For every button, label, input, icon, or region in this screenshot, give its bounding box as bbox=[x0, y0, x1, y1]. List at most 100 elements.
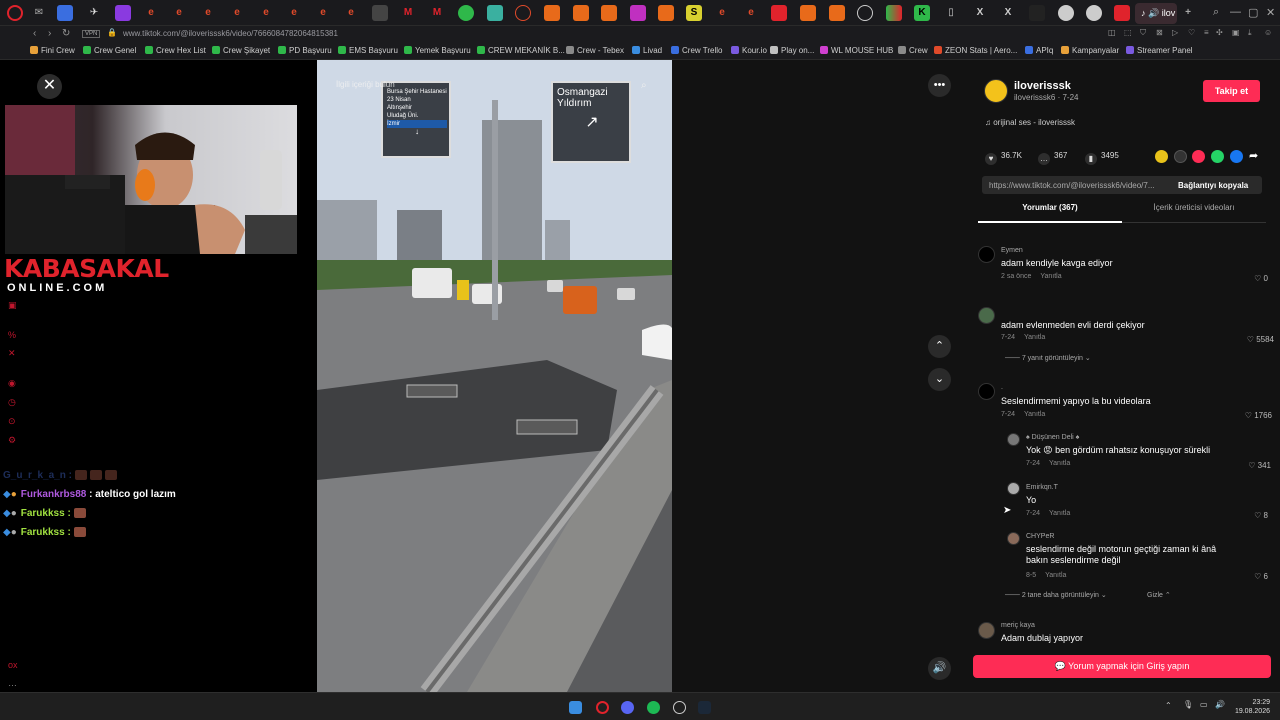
tab-favicon-x-icon[interactable]: X bbox=[972, 5, 988, 21]
tab-favicon-chrome-icon[interactable] bbox=[1086, 5, 1102, 21]
tab-creator-videos[interactable]: İçerik üreticisi videoları bbox=[1122, 203, 1266, 223]
spotify-icon[interactable] bbox=[647, 701, 660, 714]
bookmark-item[interactable]: EMS Başvuru bbox=[338, 46, 398, 55]
tab-comments[interactable]: Yorumlar (367) bbox=[978, 203, 1122, 223]
menu-icon[interactable]: ≡ bbox=[1204, 28, 1209, 37]
reply-author-name[interactable]: CHYPeR bbox=[1026, 533, 1054, 540]
reply-like[interactable]: ♡ 8 bbox=[1228, 511, 1268, 520]
bookmark-item[interactable]: Livad bbox=[632, 46, 662, 55]
tab-favicon-orange-icon[interactable] bbox=[658, 5, 674, 21]
reply-button[interactable]: Yanıtla bbox=[1024, 334, 1045, 341]
bookmark-item[interactable]: Streamer Panel bbox=[1126, 46, 1193, 55]
comment-count[interactable]: … 367 bbox=[1038, 151, 1067, 165]
bookmark-item[interactable]: Crew - Tebex bbox=[566, 46, 624, 55]
tab-favicon-e-icon[interactable]: e bbox=[171, 5, 187, 21]
reply-like[interactable]: ♡ 341 bbox=[1231, 461, 1271, 470]
url-field[interactable]: www.tiktok.com/@iloverisssk6/video/76660… bbox=[123, 29, 338, 38]
commenter-avatar[interactable] bbox=[978, 307, 995, 324]
save-count[interactable]: ▮ 3495 bbox=[1085, 151, 1119, 165]
tab-favicon-chrome-icon[interactable] bbox=[1058, 5, 1074, 21]
settings-icon[interactable]: ⚙ bbox=[8, 435, 16, 446]
tab-favicon-twitch-icon[interactable] bbox=[115, 5, 131, 21]
commenter-avatar[interactable] bbox=[978, 622, 995, 639]
tab-favicon-e-icon[interactable]: e bbox=[229, 5, 245, 21]
tab-favicon-green-icon[interactable] bbox=[458, 5, 474, 21]
follow-button[interactable]: Takip et bbox=[1203, 80, 1260, 102]
play-icon[interactable]: ▷ bbox=[1172, 28, 1178, 37]
view-more-replies-button[interactable]: ─── 2 tane daha görüntüleyin ⌄ bbox=[1005, 591, 1107, 599]
reply-button[interactable]: Yanıtla bbox=[1045, 572, 1066, 579]
opera-logo-icon[interactable] bbox=[7, 5, 23, 21]
bookmark-item[interactable]: Play on... bbox=[770, 46, 814, 55]
forward-icon[interactable]: › bbox=[48, 28, 51, 39]
back-icon[interactable]: ‹ bbox=[33, 28, 36, 39]
wallet-icon[interactable]: ▣ bbox=[1232, 28, 1240, 37]
commenter-avatar[interactable] bbox=[978, 383, 995, 400]
profile-icon[interactable]: ☺ bbox=[1264, 28, 1272, 37]
tab-favicon-e-icon[interactable]: e bbox=[200, 5, 216, 21]
hide-replies-button[interactable]: Gizle ⌃ bbox=[1147, 591, 1171, 599]
reply-avatar[interactable] bbox=[1007, 433, 1020, 446]
sound-label[interactable]: ♫ orijinal ses - iloverisssk bbox=[985, 118, 1075, 127]
bookmark-item[interactable]: CREW MEKANİK B... bbox=[477, 46, 565, 55]
tab-favicon-e-icon[interactable]: e bbox=[343, 5, 359, 21]
comment-like[interactable]: ♡ 5584 bbox=[1234, 335, 1274, 344]
bookmark-item[interactable]: Yemek Başvuru bbox=[404, 46, 471, 55]
maximize-icon[interactable]: ▢ bbox=[1248, 6, 1258, 19]
embed-icon[interactable] bbox=[1174, 150, 1187, 163]
reload-icon[interactable]: ↻ bbox=[62, 28, 70, 39]
send-icon[interactable] bbox=[1192, 150, 1205, 163]
tab-favicon-e-icon[interactable]: e bbox=[714, 5, 730, 21]
share-coin-icon[interactable] bbox=[1155, 150, 1168, 163]
commenter-avatar[interactable] bbox=[978, 246, 995, 263]
close-window-icon[interactable]: ✕ bbox=[1266, 6, 1275, 19]
tab-favicon-pink-icon[interactable] bbox=[630, 5, 646, 21]
reply-author-name[interactable]: ♠ Düşünen Deli ♠ bbox=[1026, 434, 1079, 441]
reply-author-name[interactable]: Emirkqn.T bbox=[1026, 484, 1058, 491]
clock-icon[interactable]: ◷ bbox=[8, 397, 16, 408]
tab-favicon-orange-icon[interactable] bbox=[573, 5, 589, 21]
tray-chevron-icon[interactable]: ⌃ bbox=[1165, 701, 1172, 710]
tab-favicon-circle-icon[interactable] bbox=[515, 5, 531, 21]
author-username[interactable]: iloverisssk bbox=[1014, 80, 1071, 92]
bookmark-item[interactable]: Crew Trello bbox=[671, 46, 722, 55]
vpn-badge[interactable]: VPN bbox=[82, 30, 101, 38]
login-to-comment-button[interactable]: 💬 Yorum yapmak için Giriş yapın bbox=[973, 655, 1271, 678]
tab-favicon-orange-icon[interactable] bbox=[829, 5, 845, 21]
tab-favicon-tool-icon[interactable]: ✈ bbox=[86, 5, 102, 21]
comment-like[interactable]: ♡ 1766 bbox=[1232, 411, 1272, 420]
side-icon[interactable]: ox bbox=[8, 660, 18, 670]
tab-favicon-youtube-icon[interactable] bbox=[1114, 5, 1130, 21]
tab-favicon-k-icon[interactable]: K bbox=[914, 5, 930, 21]
tab-favicon-youtube-icon[interactable] bbox=[771, 5, 787, 21]
microphone-icon[interactable]: 🎙 bbox=[1183, 700, 1193, 709]
reply-button[interactable]: Yanıtla bbox=[1024, 411, 1045, 418]
tab-favicon-e-icon[interactable]: e bbox=[258, 5, 274, 21]
x-icon[interactable]: ✕ bbox=[8, 348, 16, 359]
side-icon[interactable]: ◉ bbox=[8, 378, 16, 389]
discord-icon[interactable] bbox=[621, 701, 634, 714]
author-avatar[interactable] bbox=[984, 79, 1008, 103]
taskbar-clock[interactable]: 23:29 19.08.2026 bbox=[1235, 698, 1270, 716]
bookmark-item[interactable]: Kour.io bbox=[731, 46, 767, 55]
video-player[interactable]: İlgili içeriği bulun ⌕ Bursa Şehir Hasta… bbox=[317, 60, 672, 692]
tab-favicon-app-icon[interactable] bbox=[372, 5, 388, 21]
commenter-name[interactable]: meriç kaya bbox=[1001, 622, 1035, 629]
tab-favicon-orange-icon[interactable] bbox=[601, 5, 617, 21]
reply-like[interactable]: ♡ 6 bbox=[1228, 572, 1268, 581]
view-replies-button[interactable]: ─── 7 yanıt görüntüleyin ⌄ bbox=[1005, 354, 1091, 362]
side-icon[interactable]: % bbox=[8, 330, 16, 340]
more-options-button[interactable]: ••• bbox=[928, 74, 951, 97]
windows-start-icon[interactable] bbox=[569, 701, 582, 714]
app-icon[interactable] bbox=[673, 701, 686, 714]
bookmark-item[interactable]: Crew Şikayet bbox=[212, 46, 270, 55]
reply-avatar[interactable] bbox=[1007, 532, 1020, 545]
new-tab-icon[interactable]: + bbox=[1180, 5, 1196, 21]
tab-favicon-orange-icon[interactable] bbox=[800, 5, 816, 21]
reply-avatar[interactable] bbox=[1007, 482, 1020, 495]
heart-icon[interactable]: ♡ bbox=[1188, 28, 1195, 37]
bookmark-item[interactable]: APIq bbox=[1025, 46, 1053, 55]
network-icon[interactable]: ▭ bbox=[1200, 700, 1208, 709]
speaker-icon[interactable]: 🔊 bbox=[1215, 700, 1225, 709]
volume-button[interactable]: 🔊 bbox=[928, 657, 951, 680]
